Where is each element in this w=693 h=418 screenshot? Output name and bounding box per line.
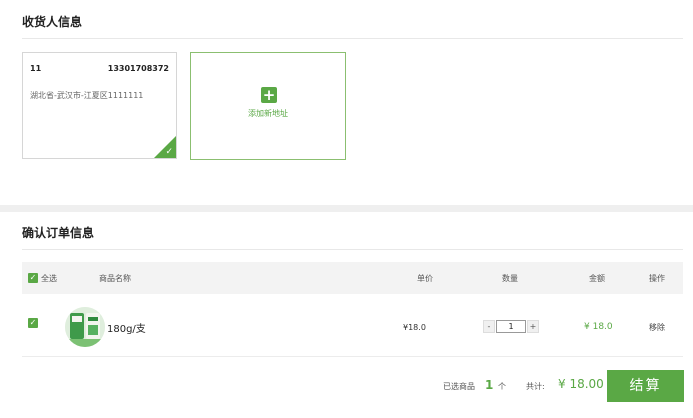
- column-price: 单价: [417, 274, 433, 283]
- remove-button[interactable]: 移除: [649, 322, 665, 333]
- selected-label: 已选商品: [443, 382, 475, 391]
- divider: [22, 356, 683, 357]
- product-image[interactable]: [65, 307, 105, 347]
- address-phone: 13301708372: [107, 64, 169, 73]
- add-address-button[interactable]: + 添加新地址: [190, 52, 346, 160]
- selected-count: 1: [485, 378, 494, 392]
- order-section-title: 确认订单信息: [22, 226, 95, 240]
- unit-price: ¥18.0: [403, 323, 426, 332]
- column-action: 操作: [649, 274, 665, 283]
- product-name[interactable]: 180g/支: [107, 320, 146, 335]
- check-icon: ✓: [29, 273, 37, 282]
- total-label: 共计:: [526, 382, 545, 391]
- plus-icon: +: [261, 86, 277, 104]
- item-amount: ¥ 18.0: [584, 322, 613, 332]
- selected-unit: 个: [498, 382, 506, 391]
- quantity-input[interactable]: 1: [496, 320, 526, 333]
- divider: [22, 249, 683, 250]
- address-card-selected[interactable]: 11 13301708372 湖北省-武汉市-江夏区1111111 ✓: [22, 52, 177, 159]
- quantity-increase-button[interactable]: +: [527, 320, 539, 333]
- quantity-decrease-button[interactable]: -: [483, 320, 495, 333]
- select-all-checkbox[interactable]: ✓: [28, 273, 38, 283]
- column-name: 商品名称: [99, 274, 131, 283]
- column-amount: 金额: [589, 274, 605, 283]
- table-header: ✓ 全选 商品名称 单价 数量 金额 操作: [22, 262, 683, 294]
- add-address-label: 添加新地址: [248, 109, 288, 118]
- address-location: 湖北省-武汉市-江夏区1111111: [30, 91, 144, 100]
- checkout-button[interactable]: 结算: [607, 370, 684, 402]
- check-icon: ✓: [29, 318, 37, 327]
- select-all-label: 全选: [41, 274, 57, 283]
- address-name: 11: [30, 64, 42, 73]
- check-icon: ✓: [165, 147, 173, 157]
- total-amount: ¥ 18.00: [558, 377, 604, 391]
- item-checkbox[interactable]: ✓: [28, 318, 38, 328]
- divider: [22, 38, 683, 39]
- column-qty: 数量: [502, 274, 518, 283]
- receiver-section-title: 收货人信息: [22, 15, 83, 29]
